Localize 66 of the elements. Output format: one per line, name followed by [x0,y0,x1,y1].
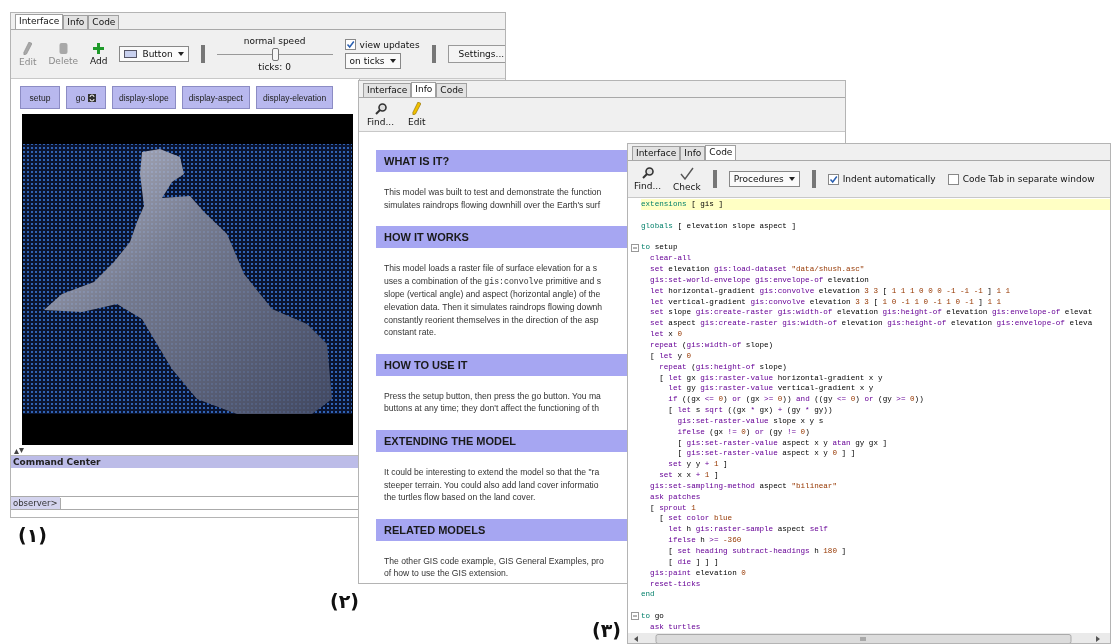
paragraph-line: This model loads a raster file of surface elevation for a s [384,262,598,275]
caret-icon [177,52,184,56]
edit-tool[interactable]: Edit [408,102,426,127]
indent-checkbox[interactable] [827,173,839,185]
model-button[interactable]: display-slope [112,86,176,109]
paragraph-line: The other GIS code example, GIS General Examples, pro [384,554,604,568]
paragraph-line: constantly reorient themselves in the direction of the asp [384,313,599,327]
paragraph-line: uses a combination of the gis:convolve primitive and s [384,274,602,288]
view-updates-checkbox[interactable] [344,39,356,50]
tab[interactable]: Interface [363,83,412,97]
caret-icon [389,59,396,63]
paragraph-line: buttons at any time; they don't affect the functioning of th [384,402,600,415]
fold-icon[interactable] [630,243,639,252]
tab[interactable]: Code [88,15,120,29]
paragraph-line: It could be interesting to extend the model so that the "ra [384,465,600,479]
tab[interactable]: Info [680,146,706,160]
model-button[interactable]: display-elevation [255,86,334,109]
paragraph-line: elevation data. Then it simulates raindrops flowing downh [384,300,603,314]
figure-label: (۲) [330,590,359,612]
tab[interactable]: Code [705,145,737,160]
add-tool[interactable]: Add [90,42,108,66]
button-widget-icon [124,50,138,58]
procedures-dropdown[interactable]: Procedures [728,171,800,187]
speed-label: normal speed [243,36,306,46]
model-button[interactable]: go [66,86,106,109]
figure-label: (۱) [18,524,47,546]
checkmark-icon [679,166,694,180]
resize-arrows-icon [14,448,24,454]
paragraph-line: This model was built to test and demonstrate the function [384,186,602,199]
find-tool[interactable]: Find... [367,102,395,127]
paragraph-line: slope (vertical angle) and aspect (horizontal angle) of the [384,288,601,301]
checkbox-label[interactable]: view updates [359,39,420,50]
paragraph-line: simulates raindrops flowing downhill over the Earth's surf [384,198,601,212]
tab[interactable]: Interface [15,14,64,29]
settings-button[interactable]: Settings... [447,45,505,63]
slider-thumb[interactable] [271,48,279,61]
plus-icon [93,42,105,54]
paragraph-line: constant rate. [384,326,437,339]
pencil-icon [412,102,422,115]
widget-chooser[interactable]: Button [119,46,189,62]
checkbox-label[interactable]: Code Tab in separate window [962,174,1095,184]
model-button[interactable]: display-aspect [181,86,250,109]
paragraph-line: the turtles flow based on the land cover. [384,491,536,504]
search-icon [374,102,387,115]
observer-prompt: observer> [11,497,60,509]
separate-window-checkbox[interactable] [947,173,959,185]
command-center-title: Command Center [11,456,359,468]
paragraph-line: steeper terrain. You could also add land cover informatio [384,478,599,492]
fold-icon[interactable] [630,612,639,621]
checkbox-label[interactable]: Indent automatically [842,174,936,184]
tick-counter: ticks: 0 [258,62,291,72]
trash-icon [58,42,68,54]
tab[interactable]: Info [411,82,437,97]
paragraph-line: of how to use the GIS extension. [384,567,509,580]
update-mode-dropdown[interactable]: on ticks [344,53,401,69]
horizontal-scrollbar[interactable] [628,632,1110,643]
model-button[interactable]: setup [20,86,60,109]
search-icon [641,167,654,179]
tab[interactable]: Info [63,15,89,29]
pencil-icon [23,41,33,55]
tab[interactable]: Interface [632,146,681,160]
tab[interactable]: Code [436,83,468,97]
figure-label: (۳) [592,619,621,641]
forever-icon [88,93,97,102]
paragraph-line: Press the setup button, then press the go button. You ma [384,389,601,403]
caret-icon [788,177,795,181]
